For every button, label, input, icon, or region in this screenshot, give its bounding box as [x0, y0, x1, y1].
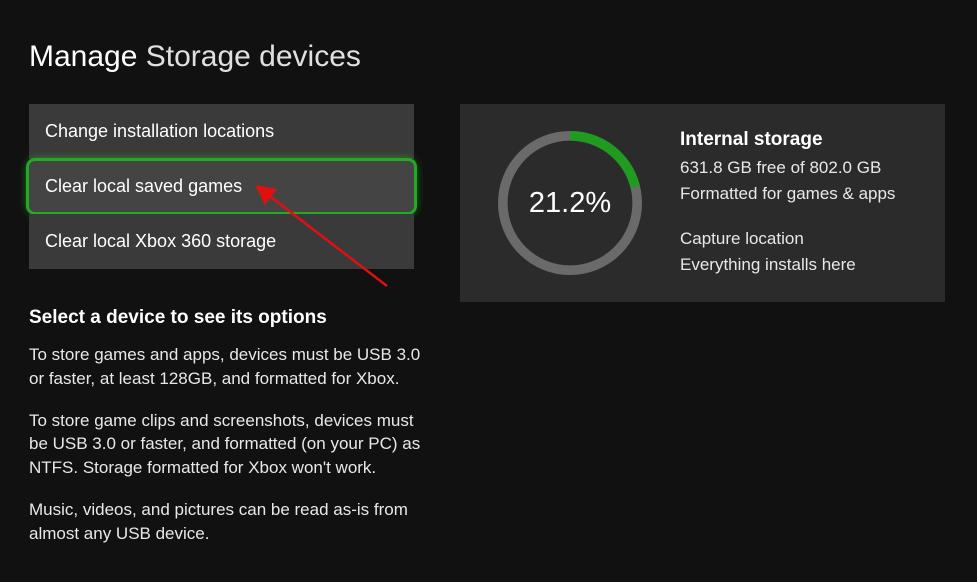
- option-clear-local-saved-games[interactable]: Clear local saved games: [29, 161, 414, 212]
- storage-name: Internal storage: [680, 129, 895, 151]
- help-paragraph-1: To store games and apps, devices must be…: [29, 343, 434, 391]
- storage-installs-here: Everything installs here: [680, 252, 895, 278]
- help-text-block: Select a device to see its options To st…: [29, 307, 434, 546]
- option-change-installation-locations[interactable]: Change installation locations: [29, 104, 414, 159]
- page-title: Storage devices: [146, 40, 361, 73]
- storage-percent-label: 21.2%: [490, 123, 650, 283]
- page-header: Manage Storage devices: [0, 0, 977, 104]
- help-title: Select a device to see its options: [29, 307, 434, 329]
- options-list: Change installation locations Clear loca…: [29, 104, 430, 269]
- help-paragraph-2: To store game clips and screenshots, dev…: [29, 409, 434, 480]
- storage-free: 631.8 GB free of 802.0 GB: [680, 155, 895, 181]
- storage-capture-location: Capture location: [680, 226, 895, 252]
- breadcrumb: Manage: [29, 40, 137, 73]
- help-paragraph-3: Music, videos, and pictures can be read …: [29, 498, 434, 546]
- storage-device-panel[interactable]: 21.2% Internal storage 631.8 GB free of …: [460, 104, 945, 302]
- storage-format: Formatted for games & apps: [680, 181, 895, 207]
- storage-donut-chart: 21.2%: [490, 123, 650, 283]
- storage-info: Internal storage 631.8 GB free of 802.0 …: [680, 129, 895, 277]
- option-clear-local-xbox360-storage[interactable]: Clear local Xbox 360 storage: [29, 214, 414, 269]
- left-column: Change installation locations Clear loca…: [0, 104, 430, 564]
